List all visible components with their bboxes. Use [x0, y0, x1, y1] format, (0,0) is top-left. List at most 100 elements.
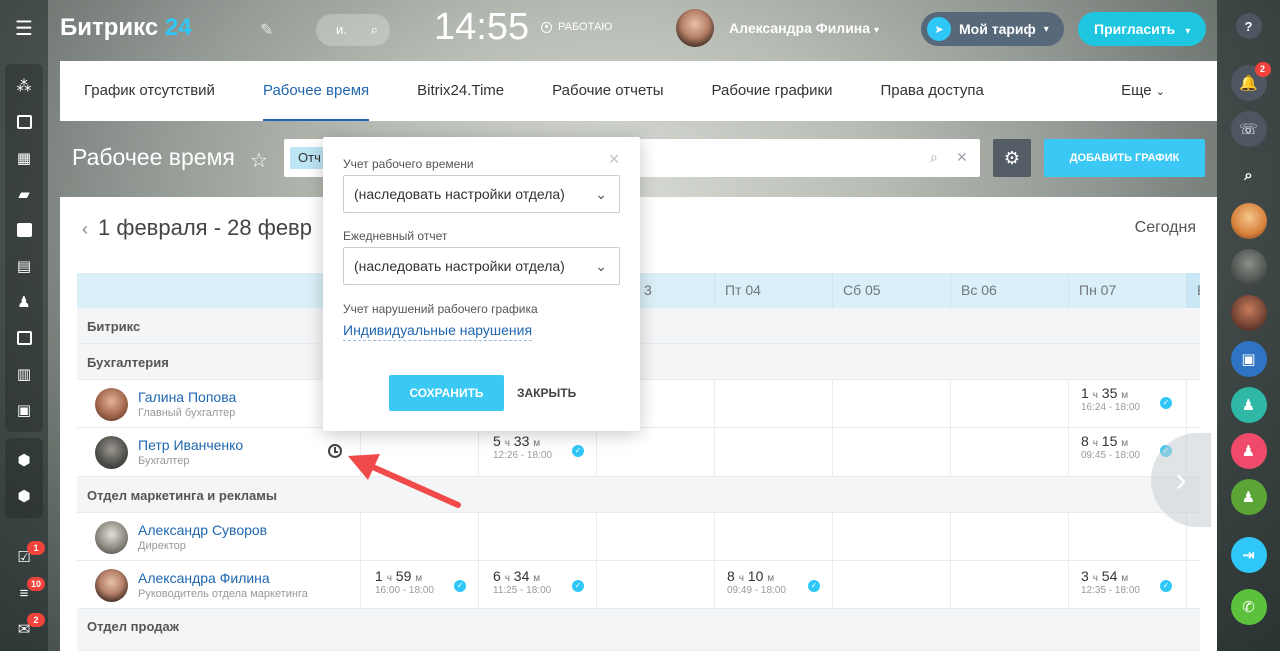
group-icon-3[interactable]: ♟: [1230, 479, 1267, 515]
avatar[interactable]: [95, 436, 128, 469]
hours-unit: ч: [1092, 573, 1098, 584]
logo[interactable]: Битрикс 24: [60, 14, 192, 42]
time-entry[interactable]: 8 ч 10 м 09:49 - 18:00: [727, 568, 786, 596]
hours-unit: ч: [386, 573, 392, 584]
tab-access-rights[interactable]: Права доступа: [856, 61, 1007, 121]
menu-icon[interactable]: ☰: [15, 18, 33, 40]
minutes: 33: [513, 433, 530, 449]
filter-clear-icon[interactable]: ✕: [956, 149, 968, 166]
left-nav-group-2: ⬢ ⬢: [5, 438, 43, 518]
person-name[interactable]: Галина Попова: [138, 389, 236, 405]
time-range: 16:00 - 18:00: [375, 585, 434, 596]
time-entry[interactable]: 5 ч 33 м 12:26 - 18:00: [493, 433, 552, 461]
hours: 5: [493, 433, 501, 449]
contacts-icon[interactable]: ▣: [7, 392, 41, 428]
group-row: Отдел продаж: [77, 609, 1200, 651]
person-name[interactable]: Александра Филина: [138, 570, 270, 586]
settings-gear-icon[interactable]: ⚙: [993, 139, 1031, 177]
add-schedule-button[interactable]: ДОБАВИТЬ ГРАФИК: [1044, 139, 1205, 177]
avatar[interactable]: [95, 521, 128, 554]
tasks-icon[interactable]: [7, 104, 41, 140]
header-search[interactable]: и. ⌕: [316, 14, 390, 46]
tab-work-reports[interactable]: Рабочие отчеты: [528, 61, 687, 121]
tab-working-time[interactable]: Рабочее время: [239, 61, 393, 121]
notifications-bell-icon[interactable]: 🔔 2: [1230, 62, 1271, 101]
tasks-counter-icon[interactable]: ☑ 1: [7, 539, 45, 575]
work-status[interactable]: РАБОТАЮ: [541, 21, 612, 33]
mail-badge: 2: [27, 613, 45, 627]
time-entry[interactable]: 1 ч 35 м 16:24 - 18:00: [1081, 385, 1140, 413]
daily-report-select[interactable]: (наследовать настройки отдела) ⌄: [343, 247, 620, 285]
person-name[interactable]: Александр Суворов: [138, 522, 267, 538]
time-entry[interactable]: 6 ч 34 м 11:25 - 18:00: [493, 568, 551, 596]
drive-icon[interactable]: ▤: [7, 248, 41, 284]
favorite-star-icon[interactable]: ☆: [250, 148, 268, 173]
filter-search-icon[interactable]: ⌕: [930, 149, 938, 166]
avatar[interactable]: [95, 388, 128, 421]
user-avatar[interactable]: [676, 9, 714, 47]
group-chat-icon[interactable]: ▣: [1230, 341, 1267, 377]
status-dot-icon: [541, 21, 552, 33]
contact-avatar-1[interactable]: [1230, 203, 1267, 239]
daily-report-label: Ежедневный отчет: [343, 229, 448, 243]
crm-icon[interactable]: ▥: [7, 356, 41, 392]
today-link[interactable]: Сегодня: [1135, 219, 1196, 237]
hours: 6: [493, 568, 501, 584]
minutes: 10: [747, 568, 764, 584]
tariff-button[interactable]: ➤ Мой тариф ▾: [921, 12, 1064, 46]
tab-more[interactable]: Еще ⌄: [1097, 61, 1189, 121]
messenger-icon[interactable]: ☏: [1230, 111, 1267, 147]
tab-absence-chart[interactable]: График отсутствий: [60, 61, 239, 121]
contact-avatar-3[interactable]: [1230, 295, 1267, 331]
time-entry[interactable]: 3 ч 54 м 12:35 - 18:00: [1081, 568, 1140, 596]
time-entry[interactable]: 8 ч 15 м 09:45 - 18:00: [1081, 433, 1140, 461]
document-icon[interactable]: [7, 212, 41, 248]
apps-icon[interactable]: ⬢: [7, 442, 41, 478]
tab-more-label: Еще: [1121, 82, 1152, 99]
sites-icon[interactable]: [7, 320, 41, 356]
calendar-icon[interactable]: ▦: [7, 140, 41, 176]
chat-icon[interactable]: ▰: [7, 176, 41, 212]
tariff-label: Мой тариф: [959, 21, 1036, 37]
minutes-unit: м: [1121, 390, 1129, 401]
individual-violations-link[interactable]: Индивидуальные нарушения: [343, 322, 533, 341]
minutes-unit: м: [1121, 438, 1129, 449]
page-title: Рабочее время: [72, 144, 235, 170]
help-icon[interactable]: ?: [1235, 13, 1262, 39]
person-name[interactable]: Петр Иванченко: [138, 437, 243, 453]
group-name: Отдел продаж: [87, 619, 179, 634]
close-button[interactable]: ЗАКРЫТЬ: [517, 386, 576, 400]
tab-bitrix24-time[interactable]: Bitrix24.Time: [393, 61, 528, 121]
edit-pencil-icon[interactable]: ✎: [260, 20, 273, 40]
period-label: 1 февраля - 28 февр: [98, 215, 312, 240]
close-icon[interactable]: ✕: [608, 151, 620, 168]
search-icon[interactable]: ⌕: [371, 14, 378, 46]
feed-counter-icon[interactable]: ≡ 10: [7, 575, 45, 611]
confirmed-check-icon: ✓: [1160, 580, 1172, 592]
hours-unit: ч: [738, 573, 744, 584]
group-icon-2[interactable]: ♟: [1230, 433, 1267, 469]
mail-counter-icon[interactable]: ✉ 2: [7, 611, 45, 647]
invite-button[interactable]: Пригласить ▾: [1078, 12, 1206, 46]
contact-avatar-2[interactable]: [1230, 249, 1267, 285]
employees-icon[interactable]: ♟: [7, 284, 41, 320]
avatar[interactable]: [95, 569, 128, 602]
chevron-left-icon[interactable]: ‹: [82, 219, 88, 239]
open-lines-icon[interactable]: ⇥: [1230, 537, 1267, 573]
person-cell: Александра Филина Руководитель отдела ма…: [77, 561, 360, 609]
phone-icon[interactable]: ✆: [1230, 589, 1267, 625]
time-tracking-select[interactable]: (наследовать настройки отдела) ⌄: [343, 175, 620, 213]
right-search-icon[interactable]: ⌕: [1231, 157, 1267, 193]
tab-work-schedules[interactable]: Рабочие графики: [687, 61, 856, 121]
chevron-down-icon: ⌄: [1155, 86, 1165, 98]
group-icon-1[interactable]: ♟: [1230, 387, 1267, 423]
group-name: Битрикс: [87, 319, 141, 334]
confirmed-check-icon: ✓: [808, 580, 820, 592]
header-clock[interactable]: 14:55: [434, 6, 529, 49]
save-button[interactable]: СОХРАНИТЬ: [389, 375, 504, 411]
time-entry[interactable]: 1 ч 59 м 16:00 - 18:00: [375, 568, 434, 596]
market-icon[interactable]: ⬢: [7, 478, 41, 514]
user-menu[interactable]: Александра Филина ▾: [729, 20, 879, 36]
activity-stream-icon[interactable]: ⁂: [7, 68, 41, 104]
status-text: РАБОТАЮ: [558, 21, 613, 33]
